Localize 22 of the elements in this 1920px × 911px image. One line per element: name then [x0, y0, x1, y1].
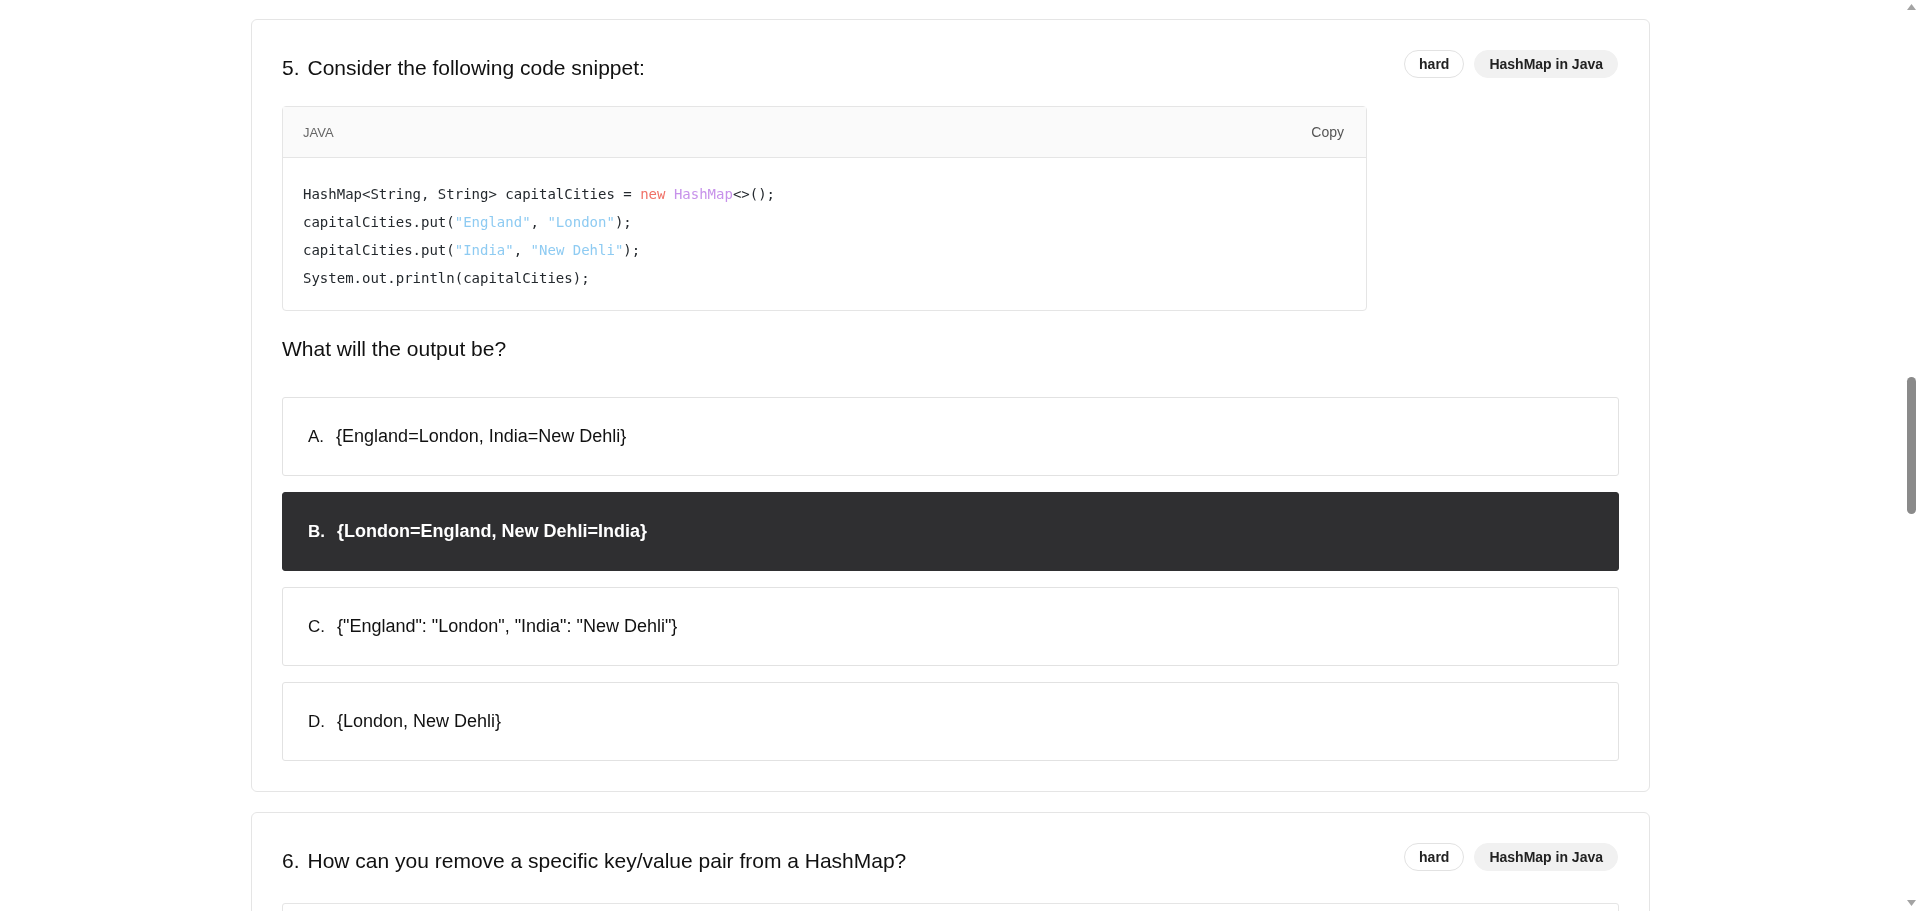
tag-badge: hard: [1404, 50, 1465, 78]
question-number: 6.: [282, 849, 300, 873]
answer-option[interactable]: C. {"England": "London", "India": "New Dehli"}: [282, 587, 1619, 666]
code-line: System.out.println(capitalCities);: [303, 269, 591, 288]
tag-badge: HashMap in Java: [1474, 50, 1618, 78]
answer-option[interactable]: D. {London, New Dehli}: [282, 682, 1619, 761]
tag-badge: hard: [1404, 843, 1465, 871]
language-label: JAVA: [303, 124, 334, 140]
scroll-up-icon[interactable]: [1907, 4, 1916, 10]
code-line: capitalCities.put("India", "New Dehli");: [303, 241, 642, 260]
answer-option[interactable]: A. {England=London, India=New Dehli}: [282, 397, 1619, 476]
copy-button[interactable]: Copy: [1309, 120, 1346, 144]
question-number: 5.: [282, 56, 300, 80]
question-text: Consider the following code snippet:: [307, 56, 645, 80]
scrollbar-thumb[interactable]: [1907, 377, 1916, 514]
code-line: capitalCities.put("England", "London");: [303, 213, 633, 232]
question-text: How can you remove a specific key/value pair from a HashMap?: [307, 849, 907, 873]
tag-badge: HashMap in Java: [1474, 843, 1618, 871]
question-prompt: What will the output be?: [282, 337, 508, 361]
answer-option[interactable]: B. {London=England, New Dehli=India}: [282, 492, 1619, 571]
scroll-down-icon[interactable]: [1907, 900, 1916, 906]
code-line: HashMap<String, String> capitalCities = new HashMap<>();: [303, 185, 777, 204]
